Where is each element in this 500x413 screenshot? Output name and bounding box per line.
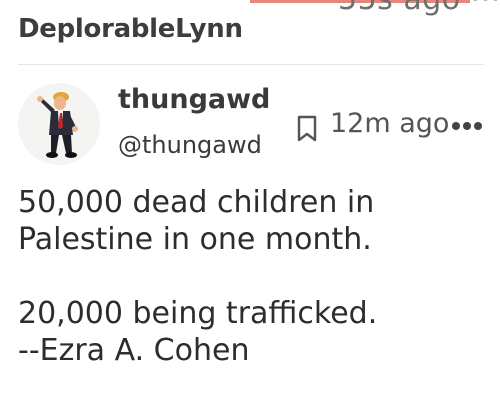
post-divider [18, 64, 484, 65]
dot [463, 122, 471, 130]
author-display-name[interactable]: thungawd [118, 84, 270, 115]
bookmark-icon[interactable] [296, 115, 318, 143]
post-time[interactable]: 12m ago [330, 108, 449, 139]
avatar[interactable] [18, 83, 100, 165]
post-line: --Ezra A. Cohen [18, 333, 250, 368]
cartoon-figure-avatar-icon [37, 92, 78, 158]
more-dots-icon[interactable] [452, 120, 486, 132]
previous-post-time: 55s ago ··· [338, 0, 500, 17]
author-handle[interactable]: @thungawd [118, 131, 262, 159]
post-line: 20,000 being trafficked. [18, 296, 378, 331]
post-body: 50,000 dead children in Palestine in one… [18, 184, 488, 369]
previous-post-author[interactable]: DeplorableLynn [18, 14, 243, 44]
dot [474, 122, 482, 130]
post-line: Palestine in one month. [18, 222, 372, 257]
previous-post-footer: 55s ago ··· DeplorableLynn [0, 0, 500, 66]
dot [452, 122, 460, 130]
post-line: 50,000 dead children in [18, 185, 375, 220]
